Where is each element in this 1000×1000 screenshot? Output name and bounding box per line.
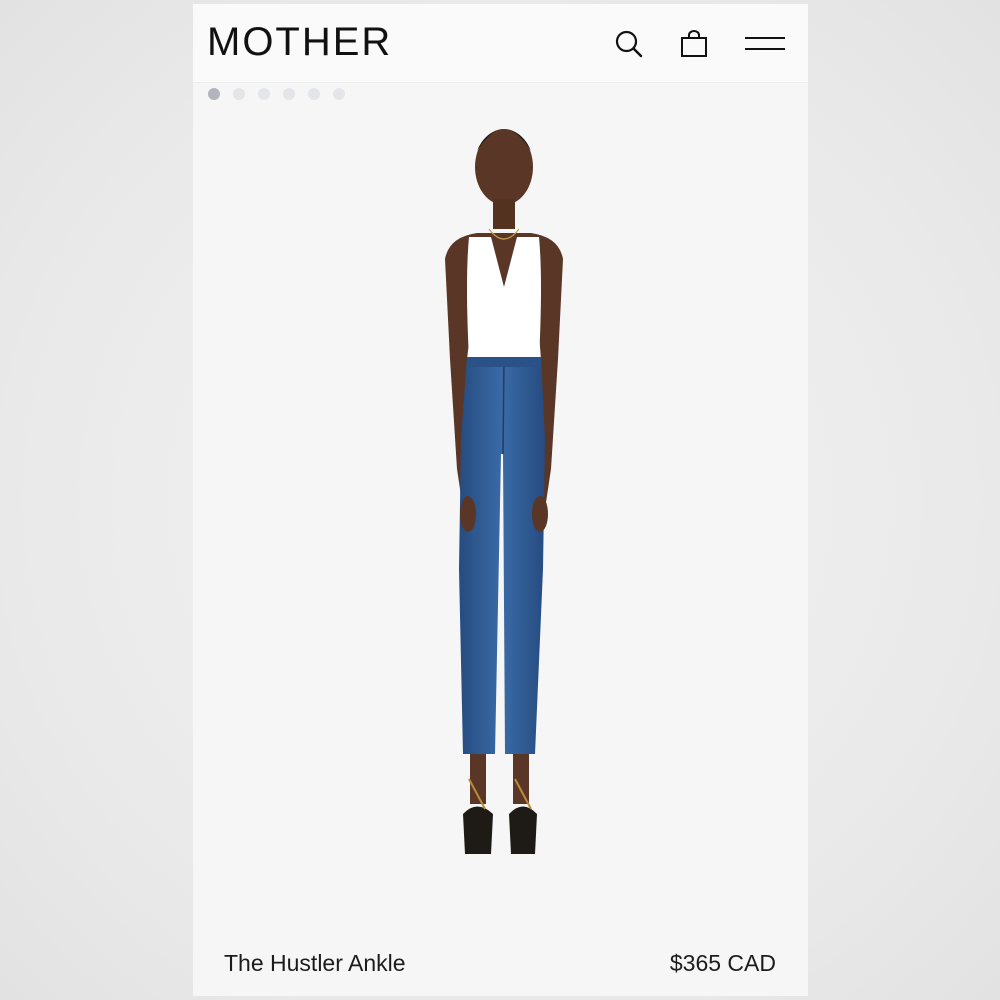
cart-button[interactable] bbox=[674, 24, 714, 64]
product-name[interactable]: The Hustler Ankle bbox=[224, 950, 406, 977]
carousel-dot[interactable] bbox=[258, 88, 270, 100]
menu-icon bbox=[745, 37, 785, 50]
product-photo[interactable] bbox=[373, 109, 633, 869]
search-icon bbox=[615, 30, 643, 58]
shopping-bag-icon bbox=[681, 30, 707, 57]
carousel-dot[interactable] bbox=[308, 88, 320, 100]
product-page: MOTHER The Hustler Ankle $365 CAD bbox=[193, 4, 808, 996]
carousel-dot[interactable] bbox=[233, 88, 245, 100]
menu-button[interactable] bbox=[743, 24, 787, 64]
carousel-dot[interactable] bbox=[283, 88, 295, 100]
site-header: MOTHER bbox=[193, 4, 808, 83]
product-price: $365 CAD bbox=[669, 950, 776, 976]
carousel-indicators bbox=[208, 88, 345, 100]
carousel-dot[interactable] bbox=[333, 88, 345, 100]
carousel-dot[interactable] bbox=[208, 88, 220, 100]
brand-logo[interactable]: MOTHER bbox=[207, 20, 392, 64]
search-button[interactable] bbox=[609, 24, 649, 64]
product-info: The Hustler Ankle $365 CAD bbox=[193, 934, 808, 996]
